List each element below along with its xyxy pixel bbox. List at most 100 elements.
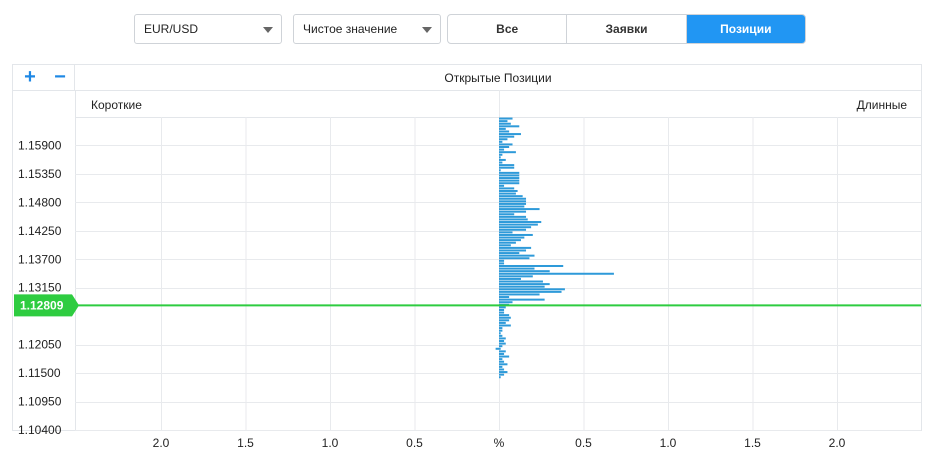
- chart-frame: [12, 90, 922, 431]
- long-bar: [499, 321, 506, 324]
- long-bar: [499, 324, 511, 327]
- long-bar: [499, 156, 501, 159]
- x-tick-label: 1.0: [322, 436, 339, 450]
- long-bar: [499, 360, 505, 363]
- y-tick-label: 1.14800: [18, 195, 62, 209]
- long-bar: [499, 244, 511, 247]
- zoom-controls: + −: [12, 64, 75, 90]
- long-bar: [499, 208, 540, 211]
- long-bar: [499, 226, 532, 229]
- y-tick-label: 1.11500: [18, 366, 61, 380]
- long-bar: [499, 148, 505, 151]
- long-bar: [499, 270, 550, 273]
- tab-all[interactable]: Все: [448, 15, 568, 43]
- tab-orders[interactable]: Заявки: [567, 15, 687, 43]
- long-bar: [499, 345, 503, 348]
- long-bar: [499, 202, 527, 205]
- long-bar: [499, 252, 520, 255]
- long-bar: [499, 138, 508, 141]
- long-bar: [499, 233, 533, 236]
- long-label: Длинные: [857, 98, 908, 112]
- long-bar: [499, 177, 520, 180]
- chevron-down-icon: [263, 27, 273, 33]
- long-bar: [499, 197, 527, 200]
- long-bar: [499, 239, 521, 242]
- long-bar: [499, 117, 513, 120]
- long-bar: [499, 316, 511, 319]
- long-bar: [499, 352, 505, 355]
- long-bar: [499, 195, 523, 198]
- zoom-in-button[interactable]: +: [19, 66, 41, 88]
- long-bar: [499, 296, 510, 299]
- long-bar: [499, 215, 527, 218]
- long-bar: [499, 288, 565, 291]
- x-tick-label: 0.5: [575, 436, 592, 450]
- long-bar: [499, 174, 520, 177]
- x-tick-label: 0.5: [406, 436, 423, 450]
- chart-title: Открытые Позиции: [75, 64, 922, 90]
- long-bar: [499, 332, 501, 335]
- long-bar: [499, 169, 501, 172]
- long-bar: [499, 158, 506, 161]
- long-bar: [499, 161, 503, 164]
- tab-positions[interactable]: Позиции: [686, 15, 805, 43]
- long-bar: [499, 249, 527, 252]
- current-price-label: 1.12809: [20, 298, 64, 312]
- x-tick-label: 2.0: [829, 436, 846, 450]
- long-bar: [499, 140, 503, 143]
- long-bar: [499, 293, 540, 296]
- long-bar: [499, 272, 614, 275]
- view-tabs: Все Заявки Позиции: [447, 14, 806, 44]
- long-bar: [499, 122, 511, 125]
- long-bar: [499, 358, 503, 361]
- long-bar: [499, 327, 503, 330]
- long-bar: [499, 120, 508, 123]
- zoom-out-button[interactable]: −: [49, 66, 71, 88]
- long-bar: [499, 257, 530, 260]
- long-bar: [499, 277, 521, 280]
- long-bar: [499, 306, 506, 309]
- long-bar: [499, 184, 505, 187]
- long-bar: [499, 246, 532, 249]
- instrument-value: EUR/USD: [144, 22, 199, 36]
- long-bar: [499, 259, 505, 262]
- chevron-down-icon: [422, 27, 432, 33]
- chart-area: 2.0 1.5 1.0 0.5% 0.5 1.0 1.5 2.0 1.15900 1.15350 1…: [12, 64, 922, 454]
- long-bar: [499, 189, 518, 192]
- long-bar: [499, 350, 506, 353]
- long-bar: [499, 143, 513, 146]
- long-bar: [499, 290, 562, 293]
- long-bar: [499, 373, 505, 376]
- long-bar: [499, 241, 516, 244]
- long-bar: [499, 283, 550, 286]
- long-bar: [499, 236, 525, 239]
- x-tick-label: 2.0: [153, 436, 170, 450]
- long-bar: [499, 267, 535, 270]
- mode-value: Чистое значение: [303, 22, 398, 36]
- long-bar: [499, 285, 545, 288]
- long-bar: [499, 210, 527, 213]
- long-bar: [499, 340, 505, 343]
- long-bar: [499, 275, 533, 278]
- long-bar: [499, 218, 528, 221]
- long-bar: [499, 314, 510, 317]
- long-bar: [499, 308, 505, 311]
- long-bar: [499, 130, 510, 133]
- long-bar: [499, 125, 520, 128]
- long-bar: [499, 363, 508, 366]
- y-tick-label: 1.12050: [18, 338, 62, 352]
- long-bar: [499, 280, 543, 283]
- mode-select[interactable]: Чистое значение: [293, 14, 441, 44]
- long-bar: [499, 213, 515, 216]
- long-bar: [499, 153, 503, 156]
- long-bar: [499, 301, 513, 304]
- y-tick-label: 1.15900: [18, 138, 62, 152]
- long-bar: [499, 371, 508, 374]
- long-bar: [499, 223, 538, 226]
- long-bar: [499, 221, 542, 224]
- long-bar: [499, 151, 516, 154]
- long-bar: [499, 205, 525, 208]
- instrument-select[interactable]: EUR/USD: [134, 14, 282, 44]
- long-bar: [499, 200, 527, 203]
- long-bar: [499, 127, 506, 130]
